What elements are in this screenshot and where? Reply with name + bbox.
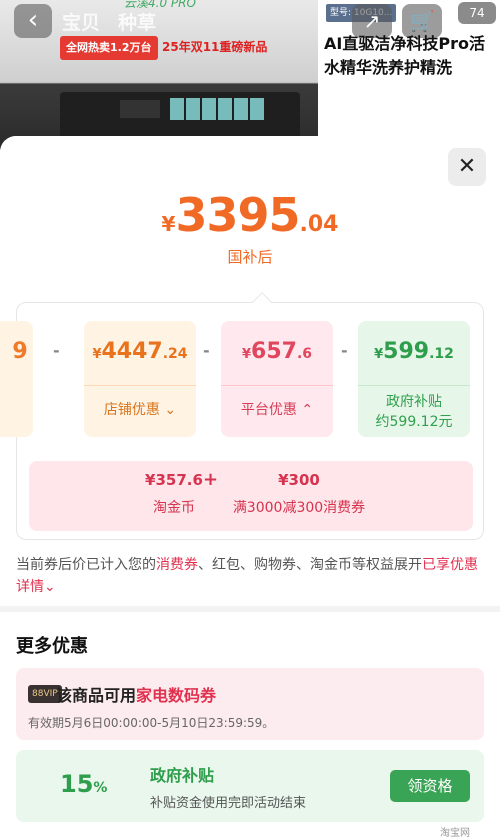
cart-icon: 🛒 [409, 9, 435, 33]
platform-discount-card[interactable]: ¥657.6 平台优惠 ⌃ [221, 321, 333, 437]
original-price-card: 9 [0, 321, 33, 437]
chevron-down-icon[interactable]: ⌄ [44, 579, 56, 595]
minus-sign: - [53, 341, 60, 360]
chevron-left-icon: ‹ [27, 5, 39, 35]
final-price-label: 国补后 [227, 248, 273, 266]
more-offers-section: 更多优惠 88VIP 该商品可用家电数码券 有效期5月6日00:00:00-5月… [0, 612, 500, 840]
share-icon: ↗ [363, 9, 381, 33]
price-decimal: .04 [299, 212, 339, 237]
platform-discount-amount: ¥657.6 [241, 339, 313, 364]
plus-sign: + [203, 469, 219, 490]
taojinbi-label: 淘金币 [153, 500, 195, 516]
original-price-value: 9 [12, 339, 28, 364]
platform-discount-breakdown: ¥357.6 淘金币 + ¥300 满3000减300消费券 [29, 461, 473, 531]
series-tag: 云溪4.0 PRO [124, 0, 196, 10]
currency-symbol: ¥ [161, 212, 176, 236]
right-headline: AI直驱洁净科技Pro活水精华洗养护精洗 [324, 34, 485, 77]
back-button[interactable]: ‹ [14, 4, 52, 38]
price-note: 当前券后价已计入您的消费券、红包、购物券、淘金币等权益展开已享优惠详情⌄ [16, 557, 478, 595]
platform-discount-label: 平台优惠 [240, 402, 297, 418]
subsidy-percent: 15% [60, 770, 108, 798]
hot-sale-badge: 全网热卖1.2万台 [60, 36, 158, 60]
tab-zhongcao[interactable]: 种草 [118, 8, 156, 35]
store-discount-card[interactable]: ¥4447.24 店铺优惠 ⌄ [84, 321, 196, 437]
voucher-item: ¥300 满3000减300消费券 [219, 471, 379, 517]
subsidy-desc: 补贴资金使用完即活动结束 [150, 796, 307, 811]
price-integer: 3395 [175, 188, 300, 242]
new-product-text: 25年双11重磅新品 [162, 40, 268, 54]
gov-subsidy-sub: 约599.12元 [375, 414, 453, 430]
voucher-value: ¥300 [278, 471, 320, 489]
price-calculation: 9 - ¥4447.24 店铺优惠 ⌄ - ¥657.6 平台优惠 ⌃ - ¥5… [0, 292, 484, 540]
close-icon: ✕ [457, 154, 477, 179]
lcd-display [120, 100, 160, 118]
price-detail-sheet: ✕ ¥3395.04 国补后 9 - ¥4447.24 店铺优惠 ⌄ - ¥65… [0, 136, 500, 840]
washer-panel [60, 92, 300, 140]
more-offers-title: 更多优惠 [16, 636, 88, 657]
product-page-background: ‹ 宝贝 种草 云溪4.0 PRO 全网热卖1.2万台 25年双11重磅新品 型… [0, 0, 500, 150]
tab-baobei[interactable]: 宝贝 [62, 8, 100, 35]
chevron-up-icon: ⌃ [301, 402, 314, 418]
voucher-highlight: 消费券 [156, 557, 198, 573]
chevron-down-icon: ⌄ [164, 402, 177, 418]
watermark: 淘宝网 [440, 828, 470, 839]
coupon-title: 该商品可用家电数码券 [56, 686, 217, 705]
store-discount-amount: ¥4447.24 [92, 339, 188, 364]
close-button[interactable]: ✕ [448, 148, 486, 186]
cart-count-badge: 74 [458, 2, 496, 24]
appliance-coupon-card[interactable]: 88VIP 该商品可用家电数码券 有效期5月6日00:00:00-5月10日23… [16, 668, 484, 740]
panel-buttons [170, 98, 264, 120]
gov-subsidy-amount: ¥599.12 [374, 339, 454, 364]
minus-sign: - [203, 341, 210, 360]
pointer-notch [252, 292, 272, 312]
gov-subsidy-card: ¥599.12 政府补贴约599.12元 [358, 321, 470, 437]
voucher-label: 满3000减300消费券 [232, 500, 366, 516]
coupon-validity: 有效期5月6日00:00:00-5月10日23:59:59。 [28, 716, 275, 730]
subsidy-title: 政府补贴 [150, 766, 215, 785]
claim-qualification-button[interactable]: 领资格 [390, 770, 470, 802]
minus-sign: - [341, 341, 348, 360]
store-discount-label: 店铺优惠 [103, 402, 160, 418]
gov-subsidy-offer-card: 15% 政府补贴 补贴资金使用完即活动结束 领资格 [16, 750, 484, 822]
price-section: ✕ ¥3395.04 国补后 9 - ¥4447.24 店铺优惠 ⌄ - ¥65… [0, 136, 500, 606]
final-price: ¥3395.04 [0, 188, 500, 242]
gov-subsidy-label: 政府补贴 [386, 394, 442, 410]
